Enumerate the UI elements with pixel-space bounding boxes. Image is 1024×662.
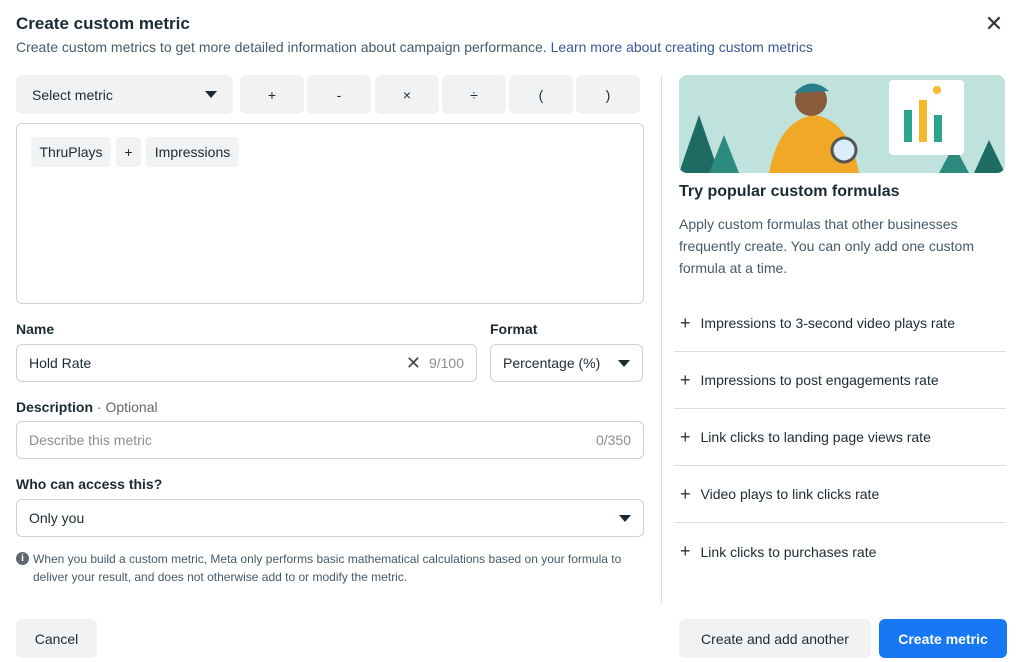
cancel-button[interactable]: Cancel <box>16 619 97 658</box>
description-placeholder: Describe this metric <box>29 432 152 448</box>
formula-operator[interactable]: + <box>116 137 141 167</box>
caret-down-icon <box>618 359 630 367</box>
access-label: Who can access this? <box>16 476 163 492</box>
formula-token[interactable]: ThruPlays <box>31 137 111 167</box>
illustration <box>679 75 1005 173</box>
subtitle-text: Create custom metrics to get more detail… <box>16 39 547 55</box>
caret-down-icon <box>205 91 217 98</box>
plus-icon: + <box>680 426 691 447</box>
format-value: Percentage (%) <box>503 355 601 371</box>
create-metric-button[interactable]: Create metric <box>879 619 1007 658</box>
info-icon: i <box>16 552 29 565</box>
plus-icon: + <box>680 312 691 333</box>
formula-token[interactable]: Impressions <box>146 137 239 167</box>
format-label: Format <box>490 321 538 337</box>
name-input[interactable]: Hold Rate ✕ 9/100 <box>16 344 477 382</box>
formula-editor[interactable]: ThruPlays + Impressions <box>16 123 644 304</box>
formula-item-label: Impressions to post engagements rate <box>700 372 939 388</box>
formula-item-label: Impressions to 3-second video plays rate <box>700 315 955 331</box>
description-count: 0/350 <box>595 432 631 448</box>
name-label: Name <box>16 321 55 337</box>
operator-plus-button[interactable]: + <box>240 75 304 114</box>
dialog-title: Create custom metric <box>16 14 190 33</box>
operator-minus-button[interactable]: - <box>307 75 371 114</box>
divider <box>661 75 662 603</box>
format-dropdown[interactable]: Percentage (%) <box>490 344 643 382</box>
clear-icon[interactable]: ✕ <box>406 353 421 374</box>
popular-formula-item[interactable]: + Link clicks to landing page views rate <box>674 409 1006 466</box>
close-paren-button[interactable]: ) <box>576 75 640 114</box>
operator-multiply-button[interactable]: × <box>375 75 439 114</box>
optional-text: · Optional <box>96 399 158 415</box>
popular-formula-item[interactable]: + Link clicks to purchases rate <box>674 523 1006 580</box>
access-dropdown[interactable]: Only you <box>16 499 644 537</box>
access-value: Only you <box>29 510 85 526</box>
operator-divide-button[interactable]: ÷ <box>442 75 506 114</box>
plus-icon: + <box>680 483 691 504</box>
name-value: Hold Rate <box>29 355 92 371</box>
plus-icon: + <box>680 541 691 561</box>
plus-icon: + <box>680 369 691 390</box>
popular-formula-item[interactable]: + Impressions to post engagements rate <box>674 352 1006 409</box>
learn-more-link[interactable]: Learn more about creating custom metrics <box>551 39 813 55</box>
info-note: i When you build a custom metric, Meta on… <box>16 550 636 586</box>
name-count: 9/100 <box>428 355 464 371</box>
popular-title: Try popular custom formulas <box>679 183 900 200</box>
create-and-add-another-button[interactable]: Create and add another <box>679 619 871 658</box>
formula-item-label: Link clicks to landing page views rate <box>700 429 931 445</box>
popular-description: Apply custom formulas that other busines… <box>679 216 974 276</box>
description-label-text: Description <box>16 399 94 415</box>
close-icon[interactable]: ✕ <box>984 13 1004 35</box>
select-metric-label: Select metric <box>32 86 113 103</box>
person-chart-illustration <box>679 80 1005 173</box>
dialog-subtitle: Create custom metrics to get more detail… <box>16 39 813 55</box>
formula-item-label: Video plays to link clicks rate <box>700 486 880 502</box>
select-metric-dropdown[interactable]: Select metric <box>16 75 233 114</box>
popular-formula-item[interactable]: + Impressions to 3-second video plays rat… <box>674 295 1006 352</box>
caret-down-icon <box>619 514 631 522</box>
description-input[interactable]: Describe this metric 0/350 <box>16 421 644 459</box>
formula-item-label: Link clicks to purchases rate <box>700 543 877 560</box>
note-text: When you build a custom metric, Meta onl… <box>33 552 622 584</box>
description-label: Description · Optional <box>16 399 158 415</box>
open-paren-button[interactable]: ( <box>509 75 573 114</box>
popular-formula-item[interactable]: + Video plays to link clicks rate <box>674 466 1006 523</box>
